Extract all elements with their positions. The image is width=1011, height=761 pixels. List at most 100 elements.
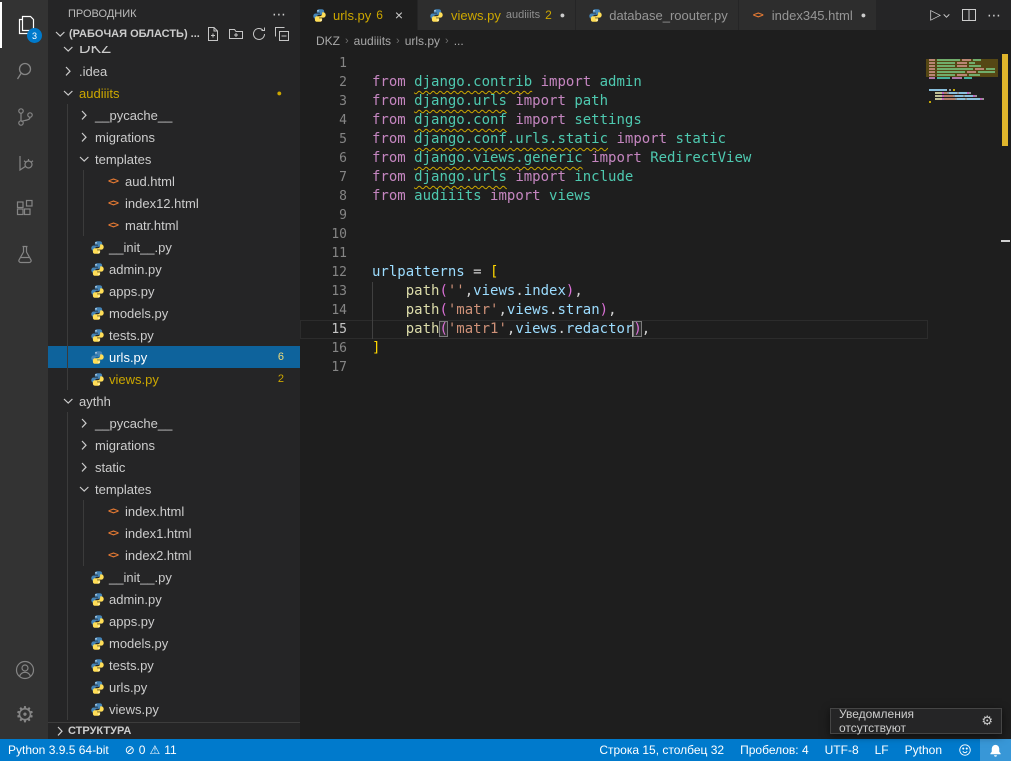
close-icon[interactable]: × xyxy=(391,7,407,23)
tree-item-models.py[interactable]: models.py xyxy=(48,302,300,324)
feedback-icon[interactable] xyxy=(950,739,980,761)
line-number: 7 xyxy=(300,168,347,187)
tree-item-migrations[interactable]: migrations xyxy=(48,434,300,456)
code-line-2[interactable]: 2from django.contrib import admin xyxy=(300,73,928,92)
tree-item-apps.py[interactable]: apps.py xyxy=(48,280,300,302)
collapse-folders-icon[interactable] xyxy=(274,26,290,42)
extensions-icon[interactable] xyxy=(0,186,48,232)
breadcrumb-item[interactable]: audiiits xyxy=(354,34,391,48)
tree-item-audiiits[interactable]: audiiits● xyxy=(48,82,300,104)
tree-item-__pycache__[interactable]: __pycache__ xyxy=(48,104,300,126)
run-python-file-button[interactable]: ▷ xyxy=(930,7,951,23)
code-line-4[interactable]: 4from django.conf import settings xyxy=(300,111,928,130)
tab-index345.html[interactable]: <>index345.html● xyxy=(739,0,877,30)
tree-item-tests.py[interactable]: tests.py xyxy=(48,654,300,676)
code-line-9[interactable]: 9 xyxy=(300,206,928,225)
run-debug-icon[interactable] xyxy=(0,140,48,186)
tree-item-migrations[interactable]: migrations xyxy=(48,126,300,148)
tab-views.py[interactable]: views.pyaudiiits2● xyxy=(418,0,576,30)
tree-item-matr.html[interactable]: <>matr.html xyxy=(48,214,300,236)
tree-item-index1.html[interactable]: <>index1.html xyxy=(48,522,300,544)
encoding[interactable]: UTF-8 xyxy=(817,739,867,761)
code-line-7[interactable]: 7from django.urls import include xyxy=(300,168,928,187)
outline-section-header[interactable]: СТРУКТУРА xyxy=(48,722,300,739)
tree-item-views.py[interactable]: views.py2 xyxy=(48,368,300,390)
code-editor[interactable]: 12from django.contrib import admin3from … xyxy=(300,52,1011,739)
tree-item-templates[interactable]: templates xyxy=(48,478,300,500)
python-interpreter-status[interactable]: Python 3.9.5 64-bit xyxy=(0,739,117,761)
tab-database_roouter.py[interactable]: database_roouter.py xyxy=(576,0,739,30)
settings-gear-icon[interactable]: ⚙ xyxy=(0,693,48,739)
indent-guide xyxy=(60,412,76,434)
minimap[interactable] xyxy=(929,56,995,107)
tree-item-__init__.py[interactable]: __init__.py xyxy=(48,566,300,588)
tree-item-root[interactable]: DKZ xyxy=(48,46,300,60)
new-file-icon[interactable] xyxy=(205,26,221,42)
code-line-6[interactable]: 6from django.views.generic import Redire… xyxy=(300,149,928,168)
tree-item-__pycache__[interactable]: __pycache__ xyxy=(48,412,300,434)
code-token: ) xyxy=(600,302,608,318)
tree-item-admin.py[interactable]: admin.py xyxy=(48,258,300,280)
editor-more-actions-icon[interactable]: ⋯ xyxy=(987,7,1001,24)
tree-item-urls.py[interactable]: urls.py xyxy=(48,676,300,698)
line-content: from django.views.generic import Redirec… xyxy=(347,149,751,168)
tree-item-__init__.py[interactable]: __init__.py xyxy=(48,236,300,258)
code-line-17[interactable]: 17 xyxy=(300,358,928,377)
code-line-5[interactable]: 5from django.conf.urls.static import sta… xyxy=(300,130,928,149)
tab-urls.py[interactable]: urls.py6× xyxy=(300,0,418,30)
code-line-15[interactable]: 15 path('matr1',views.redactor), xyxy=(300,320,928,339)
notifications-bell-icon[interactable] xyxy=(980,739,1011,761)
tree-item-static[interactable]: static xyxy=(48,456,300,478)
code-line-11[interactable]: 11 xyxy=(300,244,928,263)
line-number: 8 xyxy=(300,187,347,206)
sidebar-more-actions-icon[interactable]: ⋯ xyxy=(272,9,286,19)
indentation[interactable]: Пробелов: 4 xyxy=(732,739,817,761)
code-line-12[interactable]: 12urlpatterns = [ xyxy=(300,263,928,282)
code-token: = xyxy=(473,264,481,280)
code-line-3[interactable]: 3from django.urls import path xyxy=(300,92,928,111)
new-folder-icon[interactable] xyxy=(228,26,244,42)
breadcrumb-item[interactable]: urls.py xyxy=(405,34,440,48)
tree-item-tests.py[interactable]: tests.py xyxy=(48,324,300,346)
tree-item-index12.html[interactable]: <>index12.html xyxy=(48,192,300,214)
tree-item-views.py[interactable]: views.py xyxy=(48,698,300,720)
code-line-16[interactable]: 16] xyxy=(300,339,928,358)
tree-item-aud.html[interactable]: <>aud.html xyxy=(48,170,300,192)
tree-item-templates[interactable]: templates xyxy=(48,148,300,170)
tree-item-admin.py[interactable]: admin.py xyxy=(48,588,300,610)
code-line-1[interactable]: 1 xyxy=(300,54,928,73)
tree-item-models.py[interactable]: models.py xyxy=(48,632,300,654)
tree-item-index.html[interactable]: <>index.html xyxy=(48,500,300,522)
tree-item-aythh[interactable]: aythh xyxy=(48,390,300,412)
code-token: static xyxy=(675,131,726,147)
code-line-8[interactable]: 8from audiiits import views xyxy=(300,187,928,206)
testing-icon[interactable] xyxy=(0,232,48,278)
language-mode[interactable]: Python xyxy=(897,739,950,761)
tree-item-.idea[interactable]: .idea xyxy=(48,60,300,82)
code-line-14[interactable]: 14 path('matr',views.stran), xyxy=(300,301,928,320)
explorer-icon[interactable]: 3 xyxy=(0,2,48,48)
account-icon[interactable] xyxy=(0,647,48,693)
tree-item-urls.py[interactable]: urls.py6 xyxy=(48,346,300,368)
breadcrumb-item[interactable]: DKZ xyxy=(316,34,340,48)
refresh-explorer-icon[interactable] xyxy=(251,26,267,42)
tree-item-apps.py[interactable]: apps.py xyxy=(48,610,300,632)
tree-item-index2.html[interactable]: <>index2.html xyxy=(48,544,300,566)
source-control-icon[interactable] xyxy=(0,94,48,140)
code-token xyxy=(482,264,490,280)
workspace-section-header[interactable]: (РАБОЧАЯ ОБЛАСТЬ) ... xyxy=(48,22,300,46)
line-content: path('',views.index), xyxy=(347,282,583,301)
eol[interactable]: LF xyxy=(867,739,897,761)
code-token: from xyxy=(372,112,406,128)
notification-settings-gear-icon[interactable]: ⚙ xyxy=(981,714,993,729)
code-line-13[interactable]: 13 path('',views.index), xyxy=(300,282,928,301)
breadcrumb-item[interactable]: ... xyxy=(454,34,464,48)
problems-status[interactable]: ⊘ 0 ⚠ 11 xyxy=(117,739,185,761)
cursor-position[interactable]: Строка 15, столбец 32 xyxy=(591,739,732,761)
indent-guide xyxy=(60,368,76,390)
split-editor-icon[interactable] xyxy=(961,7,977,23)
python-file-icon xyxy=(88,592,106,607)
overview-ruler[interactable] xyxy=(998,52,1011,739)
code-line-10[interactable]: 10 xyxy=(300,225,928,244)
search-icon[interactable] xyxy=(0,48,48,94)
